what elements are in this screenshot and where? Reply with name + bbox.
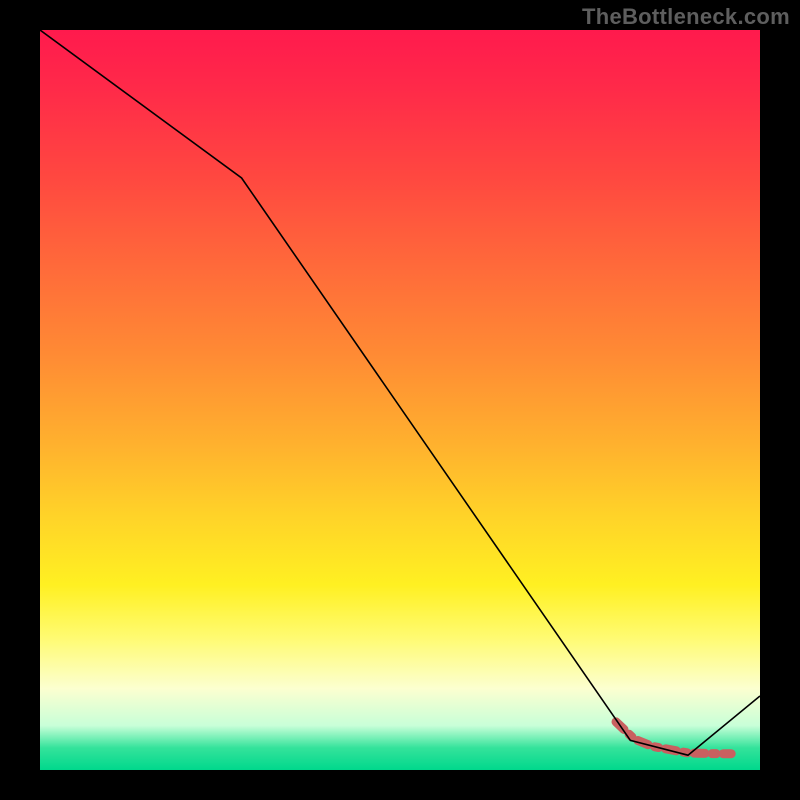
- watermark-text: TheBottleneck.com: [582, 4, 790, 30]
- chart-stage: TheBottleneck.com: [0, 0, 800, 800]
- plot-area: [40, 30, 760, 770]
- series-curve: [40, 30, 760, 755]
- chart-svg: [40, 30, 760, 770]
- series-highlight: [616, 722, 731, 754]
